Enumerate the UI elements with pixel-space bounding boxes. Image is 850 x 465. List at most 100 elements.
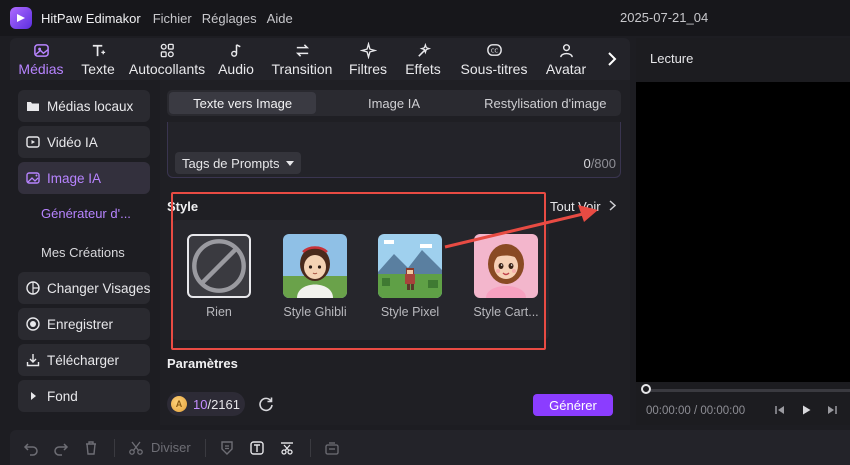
tab-media[interactable]: Médias bbox=[10, 38, 72, 80]
timecode: 00:00:00 / 00:00:00 bbox=[646, 405, 746, 417]
chevron-right-icon[interactable] bbox=[601, 38, 623, 80]
tab-filters[interactable]: Filtres bbox=[342, 38, 394, 80]
ai-video-icon bbox=[26, 135, 40, 149]
generate-button[interactable]: Générer bbox=[533, 394, 613, 416]
see-all-link[interactable]: Tout Voir bbox=[550, 199, 616, 214]
subtitles-icon: CC bbox=[485, 41, 503, 59]
preview-panel: Lecture 00:00:00 / 00:00:00 bbox=[636, 38, 850, 425]
sidebar-item-background[interactable]: Fond bbox=[18, 380, 150, 412]
style-option-cartoon[interactable]: Style Cart... bbox=[466, 234, 546, 319]
style-option-label: Style Ghibli bbox=[283, 305, 347, 319]
style-option-label: Rien bbox=[206, 305, 232, 319]
stickers-icon bbox=[158, 41, 176, 59]
tab-text[interactable]: Texte bbox=[72, 38, 124, 80]
tab-subtitles[interactable]: CC Sous-titres bbox=[452, 38, 536, 80]
playback-controls bbox=[774, 404, 838, 419]
delete-icon[interactable] bbox=[82, 439, 100, 457]
tab-filters-label: Filtres bbox=[348, 61, 388, 77]
ai-image-icon bbox=[26, 171, 40, 185]
export-icon[interactable] bbox=[323, 439, 341, 457]
style-option-pixel[interactable]: Style Pixel bbox=[370, 234, 450, 319]
music-note-icon bbox=[227, 41, 245, 59]
sidebar-item-label: Enregistrer bbox=[47, 316, 114, 332]
sidebar-subitem-generator[interactable]: Générateur d'... bbox=[41, 206, 131, 221]
left-sidebar: Médias locaux Vidéo IA Image IA Générate… bbox=[10, 80, 160, 425]
tab-subtitles-label: Sous-titres bbox=[460, 61, 528, 77]
scrubber-handle[interactable] bbox=[641, 384, 651, 394]
style-option-label: Style Cart... bbox=[473, 305, 539, 319]
credits-total: /2161 bbox=[207, 396, 241, 412]
transition-icon bbox=[293, 41, 311, 59]
tab-stickers-label: Autocollants bbox=[128, 61, 206, 77]
playback-scrubber[interactable] bbox=[646, 389, 850, 392]
menu-file[interactable]: Fichier bbox=[153, 11, 192, 26]
sidebar-item-record[interactable]: Enregistrer bbox=[18, 308, 150, 340]
tab-transition[interactable]: Transition bbox=[262, 38, 342, 80]
tab-restyle[interactable]: Restylisation d'image bbox=[472, 92, 619, 114]
menu-help[interactable]: Aide bbox=[267, 11, 293, 26]
split-label[interactable]: Diviser bbox=[151, 440, 191, 455]
sidebar-item-label: Image IA bbox=[47, 170, 102, 186]
app-logo-icon bbox=[10, 7, 32, 29]
tab-transition-label: Transition bbox=[271, 61, 333, 77]
credits-badge: A 10/2161 bbox=[167, 392, 245, 416]
previous-frame-icon[interactable] bbox=[774, 404, 786, 419]
text-icon bbox=[89, 41, 107, 59]
text-box-icon[interactable] bbox=[248, 439, 266, 457]
sidebar-item-label: Changer Visages bbox=[47, 280, 151, 296]
sidebar-item-download[interactable]: Télécharger bbox=[18, 344, 150, 376]
sidebar-subitem-my-creations[interactable]: Mes Créations bbox=[41, 245, 125, 260]
menu-settings[interactable]: Réglages bbox=[202, 11, 257, 26]
none-icon bbox=[187, 234, 251, 298]
undo-icon[interactable] bbox=[22, 439, 40, 457]
scissors-icon[interactable] bbox=[127, 439, 145, 457]
shield-icon[interactable] bbox=[218, 439, 236, 457]
refresh-icon[interactable] bbox=[257, 395, 275, 413]
sidebar-item-face-swap[interactable]: Changer Visages bbox=[18, 272, 150, 304]
tab-audio-label: Audio bbox=[218, 61, 254, 77]
redo-icon[interactable] bbox=[52, 439, 70, 457]
cut-tool-icon[interactable] bbox=[278, 439, 296, 457]
sidebar-item-label: Télécharger bbox=[47, 352, 120, 368]
toolbar-divider bbox=[309, 438, 311, 457]
see-all-label: Tout Voir bbox=[550, 199, 601, 214]
generator-mode-tabs: Texte vers Image Image IA Restylisation … bbox=[167, 90, 621, 116]
tab-avatar-label: Avatar bbox=[545, 61, 587, 77]
next-frame-icon[interactable] bbox=[826, 404, 838, 419]
parameters-section-title: Paramètres bbox=[167, 356, 238, 371]
style-gallery: Rien Style Ghibli Style Pixel Style Cart… bbox=[171, 220, 549, 340]
preview-title: Lecture bbox=[650, 51, 694, 66]
tab-audio[interactable]: Audio bbox=[210, 38, 262, 80]
toolbar-divider bbox=[204, 438, 206, 457]
avatar-icon bbox=[557, 41, 575, 59]
style-option-ghibli[interactable]: Style Ghibli bbox=[275, 234, 355, 319]
tab-stickers[interactable]: Autocollants bbox=[124, 38, 210, 80]
style-option-none[interactable]: Rien bbox=[179, 234, 259, 319]
sidebar-item-label: Fond bbox=[47, 388, 78, 404]
preview-viewport bbox=[636, 82, 850, 382]
sidebar-item-ai-image[interactable]: Image IA bbox=[18, 162, 150, 194]
media-toolbar: Médias Texte Autocollants Audio Transiti… bbox=[10, 38, 630, 80]
sidebar-item-local-media[interactable]: Médias locaux bbox=[18, 90, 150, 122]
style-section-title: Style bbox=[167, 199, 199, 214]
filters-icon bbox=[359, 41, 377, 59]
timeline-toolbar: Diviser bbox=[10, 430, 850, 465]
chevron-right-icon bbox=[609, 199, 616, 214]
media-icon bbox=[32, 41, 50, 59]
svg-text:CC: CC bbox=[490, 48, 498, 54]
prompt-tags-dropdown[interactable]: Tags de Prompts bbox=[175, 152, 301, 174]
tab-image-ai[interactable]: Image IA bbox=[320, 92, 467, 114]
tab-text-to-image[interactable]: Texte vers Image bbox=[169, 92, 317, 114]
generator-panel: Texte vers Image Image IA Restylisation … bbox=[160, 80, 630, 425]
download-icon bbox=[26, 353, 40, 367]
effects-icon bbox=[414, 41, 432, 59]
play-icon[interactable] bbox=[800, 404, 812, 419]
tab-avatar[interactable]: Avatar bbox=[536, 38, 596, 80]
project-name: 2025-07-21_04 bbox=[620, 10, 709, 25]
prompt-input[interactable]: Tags de Prompts 0/800 bbox=[167, 122, 621, 178]
sidebar-item-ai-video[interactable]: Vidéo IA bbox=[18, 126, 150, 158]
title-bar: HitPaw Edimakor Fichier Réglages Aide 20… bbox=[0, 0, 850, 36]
tab-effects[interactable]: Effets bbox=[394, 38, 452, 80]
sidebar-item-label: Médias locaux bbox=[47, 98, 134, 114]
tab-media-label: Médias bbox=[18, 61, 64, 77]
